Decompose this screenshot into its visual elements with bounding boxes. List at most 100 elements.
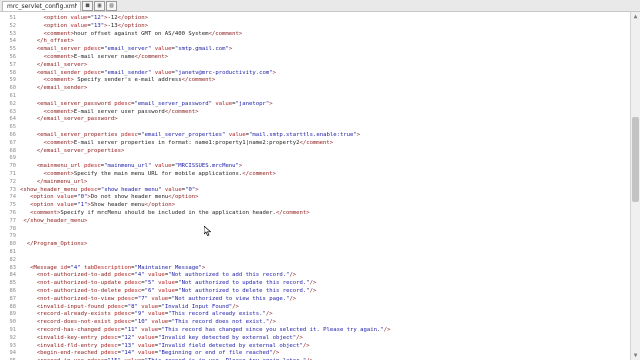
line-number: 72 (9, 178, 17, 185)
line-number: 92 (9, 334, 17, 341)
code-line[interactable]: 93 <invalid-fld-entry pdesc="13" value="I… (0, 342, 630, 350)
line-number: 59 (9, 77, 17, 84)
code-line[interactable]: 54 </h_offset> (0, 37, 630, 45)
line-number: 76 (9, 210, 17, 216)
code-line[interactable]: 77 </show_header_menu> (0, 217, 630, 225)
code-line[interactable]: 88 <invalid-input-found pdesc="8" value="… (0, 303, 630, 311)
line-number: 94 (9, 350, 17, 357)
code-line[interactable]: 65 (0, 123, 630, 131)
line-number: 82 (9, 256, 17, 263)
code-line[interactable]: 51 <option value="12">-12</option> (0, 14, 630, 22)
code-line[interactable]: 84 <not-authorized-to-add pdesc="4" value… (0, 271, 630, 279)
code-text: <invalid-input-found pdesc="8" value="In… (36, 303, 239, 310)
code-text: <comment>Specify the main menu URL for m… (43, 171, 276, 177)
code-line[interactable]: 80 </Program_Options> (0, 240, 630, 248)
line-number: 61 (9, 93, 17, 99)
code-text: <option value="0">Do not show header men… (30, 194, 199, 201)
line-number: 55 (9, 46, 17, 53)
code-text: <record-already-exists pdesc="9" value="… (36, 311, 273, 318)
code-text: <option value="13">-13</option> (43, 22, 148, 29)
tab-dropdown-icon[interactable]: ▾ (74, 1, 78, 10)
vertical-scrollbar[interactable]: ▲ ▼ (630, 12, 640, 360)
code-line[interactable]: 81 (0, 248, 630, 256)
code-text: <option value="12">-12</option> (43, 15, 148, 21)
code-line[interactable]: 91 <record-has-changed pdesc="11" value="… (0, 326, 630, 334)
line-number: 73 (9, 186, 17, 193)
line-number: 52 (9, 22, 17, 29)
code-line[interactable]: 57 </email_server> (0, 61, 630, 69)
code-line[interactable]: 73 <show_header_menu pdesc="show header m… (0, 186, 630, 194)
line-number: 81 (9, 249, 17, 255)
line-number: 62 (9, 100, 17, 107)
code-text: <email_sender pdesc="email_sender" value… (36, 69, 276, 76)
scrollbar-thumb[interactable] (632, 117, 639, 202)
code-text: <invalid-fld-entry pdesc="13" value="Inv… (36, 342, 310, 349)
code-line[interactable]: 71 <comment>Specify the main menu URL for… (0, 170, 630, 178)
line-number: 80 (9, 241, 17, 248)
code-line[interactable]: 60 </email_sender> (0, 84, 630, 92)
line-number: 93 (9, 342, 17, 349)
code-text: <comment> Specify sender's e-mail addres… (43, 77, 216, 84)
code-line[interactable]: 92 <invalid-key-entry pdesc="12" value="I… (0, 334, 630, 342)
line-number: 68 (9, 147, 17, 154)
line-number: 78 (9, 225, 17, 232)
code-text: <begin-end-reached pdesc="14" value="Beg… (36, 350, 280, 357)
code-line[interactable]: 53 <comment>hour offset against GMT on AS… (0, 30, 630, 38)
code-line[interactable]: 74 <option value="0">Do not show header m… (0, 193, 630, 201)
line-number: 65 (9, 124, 17, 131)
code-line[interactable]: 83 <Message id="4" tabDescription="Mainta… (0, 264, 630, 272)
code-line[interactable]: 61 (0, 92, 630, 100)
code-line[interactable]: 58 <email_sender pdesc="email_sender" val… (0, 69, 630, 77)
code-line[interactable]: 79 (0, 232, 630, 240)
mouse-pointer-icon (204, 226, 211, 236)
code-text: </email_sender> (36, 85, 88, 92)
line-number: 90 (9, 319, 17, 326)
scroll-down-icon[interactable]: ▼ (631, 351, 640, 360)
code-text: <email_server_password pdesc="email_serv… (36, 100, 273, 107)
line-number: 86 (9, 288, 17, 294)
code-text: <comment>hour offset against GMT on AS/4… (43, 30, 243, 37)
code-line[interactable]: 70 <mainmenu_url pdesc="mainmenu_url" val… (0, 162, 630, 170)
line-number: 71 (9, 171, 17, 177)
line-number: 54 (9, 38, 17, 45)
code-line[interactable]: 89 <record-already-exists pdesc="9" value… (0, 310, 630, 318)
code-line[interactable]: 64 </email_server_password> (0, 115, 630, 123)
code-text: </email_server_properties> (36, 147, 125, 154)
code-line[interactable]: 66 <email_server_properties pdesc="email_… (0, 131, 630, 139)
code-editor[interactable]: 51 <option value="12">-12</option> 52 <opti… (0, 12, 630, 360)
code-line[interactable]: 85 <not-authorized-to-update pdesc="5" va… (0, 279, 630, 287)
code-line[interactable]: 68 </email_server_properties> (0, 147, 630, 155)
line-number: 74 (9, 194, 17, 201)
print-icon[interactable]: ▤ (106, 1, 117, 11)
code-line[interactable]: 94 <begin-end-reached pdesc="14" value="B… (0, 349, 630, 357)
code-line[interactable]: 78 (0, 225, 630, 233)
code-text: <record-does-not-exist pdesc="10" value=… (36, 319, 276, 326)
code-line[interactable]: 59 <comment> Specify sender's e-mail addr… (0, 76, 630, 84)
code-text: <not-authorized-to-update pdesc="5" valu… (36, 280, 317, 287)
line-number: 69 (9, 155, 17, 162)
save-icon[interactable]: ■ (82, 1, 93, 11)
code-line[interactable]: 86 <not-authorized-to-delete pdesc="6" va… (0, 287, 630, 295)
lock-icon[interactable]: ▣ (94, 1, 105, 11)
scroll-up-icon[interactable]: ▲ (631, 12, 640, 21)
code-line[interactable]: 90 <record-does-not-exist pdesc="10" valu… (0, 318, 630, 326)
line-number: 87 (9, 295, 17, 302)
code-line[interactable]: 56 <comment>E-mail server name</comment> (0, 53, 630, 61)
code-text: </Program_Options> (26, 241, 88, 248)
line-number: 89 (9, 311, 17, 318)
line-number: 83 (9, 264, 17, 271)
code-line[interactable]: 63 <comment>E-mail server user password</… (0, 108, 630, 116)
code-text: </show_header_menu> (23, 217, 88, 224)
code-line[interactable]: 62 <email_server_password pdesc="email_se… (0, 100, 630, 108)
code-text: <comment>E-mail server name</comment> (43, 54, 169, 60)
code-line[interactable]: 72 </mainmenu_url> (0, 178, 630, 186)
code-line[interactable]: 76 <comment>Specify if mrcMenu should be … (0, 209, 630, 217)
code-line[interactable]: 52 <option value="13">-13</option> (0, 22, 630, 30)
code-line[interactable]: 87 <not-authorized-to-view pdesc="7" valu… (0, 295, 630, 303)
file-tab[interactable]: mrc_servlet_config.xml (2, 1, 82, 11)
code-line[interactable]: 67 <comment>E-mail server properties in f… (0, 139, 630, 147)
code-line[interactable]: 82 (0, 256, 630, 264)
code-line[interactable]: 69 (0, 154, 630, 162)
code-line[interactable]: 75 <option value="1">Show header menu</op… (0, 201, 630, 209)
code-line[interactable]: 55 <email_server pdesc="email_server" val… (0, 45, 630, 53)
